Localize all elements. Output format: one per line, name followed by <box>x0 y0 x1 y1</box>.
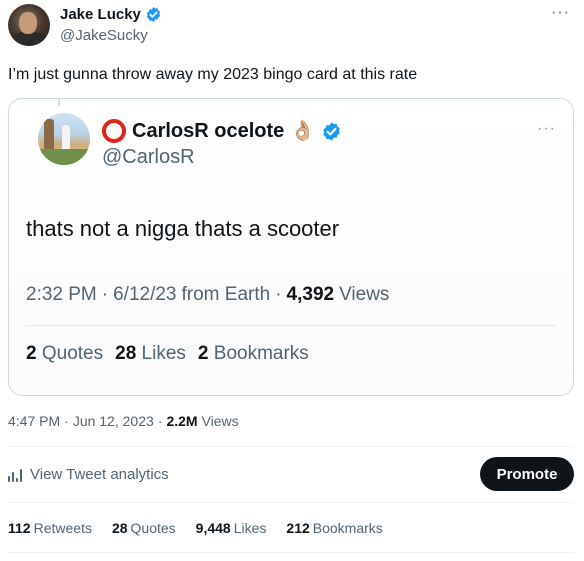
author-handle[interactable]: @JakeSucky <box>60 27 148 44</box>
quoted-name-row: CarlosR ocelote 👌🏼 <box>102 119 342 143</box>
avatar-face-shape <box>19 12 37 34</box>
quoted-quotes-label: Quotes <box>41 343 104 364</box>
divider <box>8 502 574 503</box>
quoted-quotes-count: 2 <box>26 343 37 364</box>
quoted-tweet-text: thats not a nigga thats a scooter <box>26 216 340 241</box>
tweet-views-label: Views <box>201 413 239 429</box>
avatar-body-shape <box>11 32 47 46</box>
tweet-time[interactable]: 4:47 PM <box>8 413 60 429</box>
quoted-views-label: Views <box>339 284 390 305</box>
tweet-date[interactable]: Jun 12, 2023 <box>73 413 154 429</box>
quoted-views-count: 4,392 <box>286 284 335 305</box>
separator-dot: · <box>64 413 69 429</box>
tweet-views-count: 2.2M <box>166 413 198 429</box>
quoted-bookmarks-count: 2 <box>197 343 209 364</box>
quotes-label: Quotes <box>130 520 176 536</box>
quoted-likes-stat[interactable]: 28 Likes <box>115 343 186 365</box>
quoted-bookmarks-stat[interactable]: 2 Bookmarks <box>198 343 309 365</box>
view-analytics-label: View Tweet analytics <box>30 466 169 483</box>
quoted-tweet-meta: 2:32 PM · 6/12/23 from Earth · 4,392 Vie… <box>26 284 389 306</box>
author-avatar[interactable] <box>8 4 50 46</box>
author-display-name[interactable]: Jake Lucky <box>60 6 141 23</box>
likes-label: Likes <box>233 520 267 536</box>
likes-count: 9,448 <box>195 520 231 536</box>
retweets-count: 112 <box>8 520 31 536</box>
more-options-icon[interactable]: ··· <box>551 4 570 22</box>
separator-dot: · <box>275 284 282 305</box>
divider <box>8 552 574 553</box>
quoted-more-options-icon[interactable]: ··· <box>537 120 556 138</box>
separator-dot: · <box>101 284 109 305</box>
divider <box>8 446 574 447</box>
quoted-stats: 2 Quotes 28 Likes 2 Bookmarks <box>26 343 309 365</box>
quoted-author-avatar[interactable] <box>38 113 90 165</box>
quoted-divider <box>26 325 556 326</box>
retweets-stat[interactable]: 112 Retweets <box>8 520 92 536</box>
quotes-stat[interactable]: 28 Quotes <box>112 520 176 536</box>
tweet-timestamp-row: 4:47 PM · Jun 12, 2023 · 2.2M Views <box>8 413 239 429</box>
promote-button[interactable]: Promote <box>480 457 574 491</box>
separator-dot: · <box>157 413 163 429</box>
quoted-verified-badge-icon <box>323 121 340 141</box>
ok-hand-icon: 👌🏼 <box>290 120 316 142</box>
analytics-bars-icon <box>8 468 24 482</box>
quoted-source: from Earth <box>181 284 271 305</box>
bookmarks-count: 212 <box>286 520 310 536</box>
bookmarks-stat[interactable]: 212 Bookmarks <box>286 520 382 536</box>
retweets-label: Retweets <box>33 520 92 536</box>
avatar-bush-shape <box>38 149 90 165</box>
quote-card-tick <box>58 98 60 106</box>
red-circle-icon <box>102 119 126 143</box>
quoted-time[interactable]: 2:32 PM <box>26 284 97 306</box>
verified-badge-icon <box>146 7 161 22</box>
likes-stat[interactable]: 9,448 Likes <box>196 520 267 536</box>
quoted-likes-count: 28 <box>115 343 137 364</box>
quoted-likes-label: Likes <box>141 343 186 364</box>
quoted-date[interactable]: 6/12/23 <box>113 284 176 306</box>
bookmarks-label: Bookmarks <box>312 520 383 536</box>
quoted-handle[interactable]: @CarlosR <box>102 146 195 169</box>
quoted-quotes-stat[interactable]: 2 Quotes <box>26 343 103 365</box>
view-analytics-link[interactable]: View Tweet analytics <box>8 466 169 483</box>
tweet-text: I’m just gunna throw away my 2023 bingo … <box>8 66 418 83</box>
engagement-stats: 112 Retweets 28 Quotes 9,448 Likes 212 Bookm… <box>8 520 383 536</box>
author-name-row: Jake Lucky <box>60 6 162 23</box>
quoted-display-name[interactable]: CarlosR ocelote <box>132 120 284 143</box>
avatar-palm-shape <box>44 119 54 153</box>
quotes-count: 28 <box>111 520 128 536</box>
quoted-bookmarks-label: Bookmarks <box>213 343 309 364</box>
